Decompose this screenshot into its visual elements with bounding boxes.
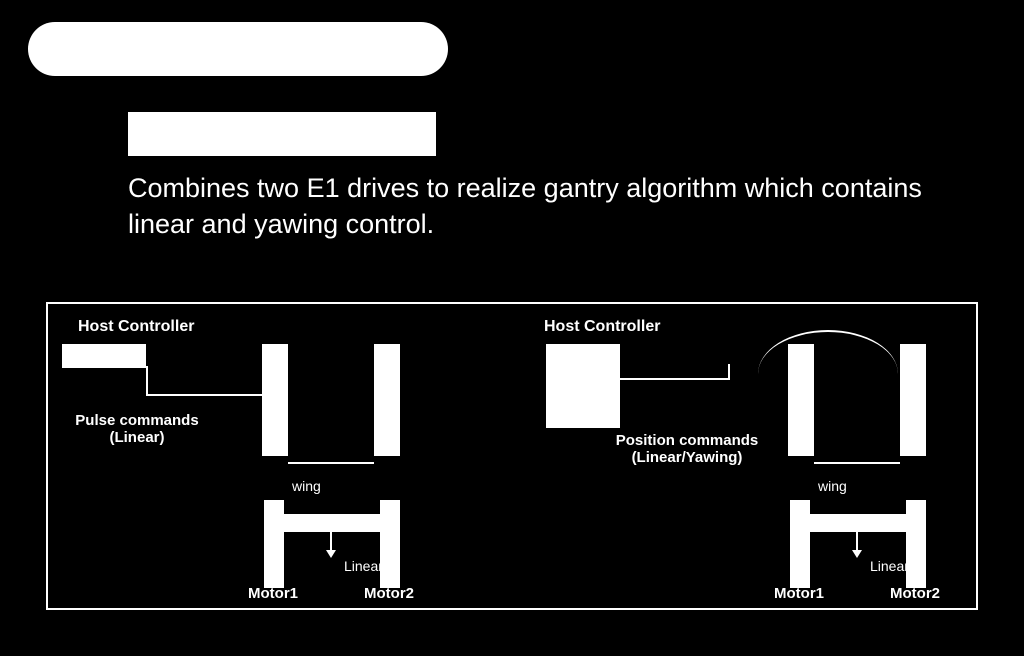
linear-label: Linear	[344, 558, 383, 574]
pulse-commands-label: Pulse commands (Linear)	[72, 412, 202, 446]
cmd-line2: (Linear)	[109, 429, 164, 446]
motor1-label: Motor1	[774, 585, 824, 602]
host-pc-icon	[62, 344, 146, 368]
linear-arrow-head	[326, 550, 336, 558]
left-diagram: Host Controller Pulse commands (Linear) …	[48, 304, 514, 608]
conn-line	[728, 364, 730, 380]
position-commands-label: Position commands (Linear/Yawing)	[602, 432, 772, 466]
linear-arrow	[856, 532, 858, 552]
motor-rail-2	[906, 500, 926, 588]
sub-bar	[128, 112, 436, 156]
linear-arrow-head	[852, 550, 862, 558]
gantry-bridge	[284, 514, 380, 532]
motor1-label: Motor1	[248, 585, 298, 602]
drive-2	[900, 344, 926, 456]
diagram-frame: Host Controller Pulse commands (Linear) …	[46, 302, 978, 610]
drive-1	[262, 344, 288, 456]
yawing-arc-icon	[758, 330, 898, 374]
linear-arrow	[330, 532, 332, 552]
drive-link	[288, 462, 374, 464]
cmd-line1: Position commands	[616, 432, 759, 449]
yawing-label: wing	[818, 478, 847, 494]
host-controller-label: Host Controller	[544, 318, 660, 336]
host-controller-label: Host Controller	[78, 318, 194, 336]
motor2-label: Motor2	[890, 585, 940, 602]
drive-2	[374, 344, 400, 456]
motor2-label: Motor2	[364, 585, 414, 602]
drive-1	[788, 344, 814, 456]
motor-rail-1	[790, 500, 810, 588]
gantry-bridge	[810, 514, 906, 532]
cmd-line1: Pulse commands	[75, 412, 198, 429]
drive-link	[814, 462, 900, 464]
motor-rail-2	[380, 500, 400, 588]
conn-line	[146, 394, 272, 396]
linear-label: Linear	[870, 558, 909, 574]
right-diagram: Host Controller Position commands (Linea…	[514, 304, 980, 608]
host-pc-icon	[546, 344, 620, 428]
description: Combines two E1 drives to realize gantry…	[128, 170, 928, 243]
conn-line	[146, 366, 148, 394]
motor-rail-1	[264, 500, 284, 588]
yawing-label: wing	[292, 478, 321, 494]
cmd-line2: (Linear/Yawing)	[632, 449, 743, 466]
header-pill	[28, 22, 448, 76]
conn-line	[620, 378, 728, 380]
